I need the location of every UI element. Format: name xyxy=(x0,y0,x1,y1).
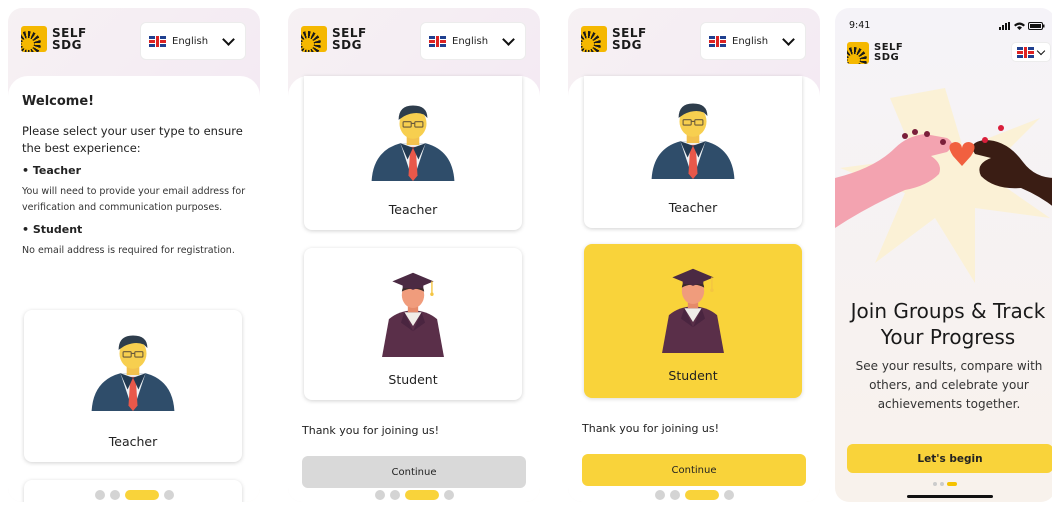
uk-flag-icon xyxy=(709,35,726,47)
teacher-bullet: • Teacher xyxy=(22,164,82,177)
page-dot xyxy=(374,490,385,500)
page-dot xyxy=(94,490,105,500)
page-dot-active xyxy=(124,490,159,500)
status-time: 9:41 xyxy=(849,20,871,31)
uk-flag-icon xyxy=(1017,46,1034,58)
teacher-avatar-icon xyxy=(91,334,175,412)
uk-flag-icon xyxy=(429,35,446,47)
pagination-dots xyxy=(568,490,820,500)
teacher-card-label: Teacher xyxy=(108,434,158,449)
chevron-down-icon xyxy=(1036,46,1046,56)
page-dot-active xyxy=(947,482,957,486)
status-bar: 9:41 xyxy=(849,20,1045,31)
page-dot xyxy=(163,490,174,500)
sun-logo-icon xyxy=(581,26,607,52)
page-dot xyxy=(940,482,944,486)
language-select-compact[interactable] xyxy=(1011,42,1051,62)
continue-button[interactable]: Continue xyxy=(582,454,806,486)
brand-logo: SELF SDG xyxy=(847,42,903,64)
brand-line2: SDG xyxy=(874,52,900,63)
page-dot xyxy=(669,490,680,500)
teacher-card[interactable]: Teacher xyxy=(584,76,802,228)
teacher-card-label: Teacher xyxy=(668,200,718,215)
onboarding-title: Join Groups & Track Your Progress xyxy=(850,299,1046,349)
screen-select-type: SELF SDG English Teacher Student Thank yo… xyxy=(288,8,540,502)
brand-line2: SDG xyxy=(612,38,642,52)
teacher-card-label: Teacher xyxy=(388,202,438,217)
welcome-heading: Welcome! xyxy=(22,94,95,109)
brand-line2: SDG xyxy=(52,38,82,52)
page-dot xyxy=(654,490,665,500)
brand-logo: SELF SDG xyxy=(21,26,87,52)
uk-flag-icon xyxy=(149,35,166,47)
teacher-avatar-icon xyxy=(371,104,455,182)
welcome-text: Welcome! Please select your user type to… xyxy=(22,94,248,265)
teacher-avatar-icon xyxy=(651,102,735,180)
content-panel: Teacher Student Thank you for joining us… xyxy=(568,76,820,502)
screen-welcome: SELF SDG English Welcome! Please select y… xyxy=(8,8,260,502)
screen-onboarding-groups: 9:41 SELF SDG Join Groups & Track Your Pr… xyxy=(835,8,1052,502)
language-select[interactable]: English xyxy=(420,22,526,60)
page-dot-active xyxy=(684,490,719,500)
signal-icon xyxy=(999,21,1010,30)
chevron-down-icon xyxy=(782,33,795,46)
home-indicator xyxy=(907,495,993,498)
pagination-dots xyxy=(288,490,540,500)
teacher-note: You will need to provide your email addr… xyxy=(22,186,246,213)
language-select[interactable]: English xyxy=(140,22,246,60)
lets-begin-label: Let's begin xyxy=(917,452,983,465)
brand-logo: SELF SDG xyxy=(581,26,647,52)
brand-logo: SELF SDG xyxy=(301,26,367,52)
chevron-down-icon xyxy=(502,33,515,46)
page-dot xyxy=(723,490,734,500)
language-label: English xyxy=(172,35,209,47)
page-dot xyxy=(109,490,120,500)
sun-logo-icon xyxy=(301,26,327,52)
language-select[interactable]: English xyxy=(700,22,806,60)
page-dot xyxy=(443,490,454,500)
page-dot-active xyxy=(404,490,439,500)
student-bullet: • Student xyxy=(22,223,83,236)
continue-label: Continue xyxy=(671,464,717,476)
chevron-down-icon xyxy=(222,33,235,46)
page-dot xyxy=(933,482,937,486)
onboarding-subtitle: See your results, compare with others, a… xyxy=(855,359,1043,411)
pagination-dots xyxy=(835,482,1052,486)
student-card-label: Student xyxy=(388,372,438,387)
sun-logo-icon xyxy=(21,26,47,52)
page-dot xyxy=(389,490,400,500)
lets-begin-button[interactable]: Let's begin xyxy=(847,444,1052,473)
student-avatar-icon xyxy=(381,272,445,358)
pagination-dots xyxy=(8,490,260,500)
language-label: English xyxy=(732,35,769,47)
continue-label: Continue xyxy=(391,466,437,478)
student-card-selected[interactable]: Student xyxy=(584,244,802,398)
wifi-icon xyxy=(1014,22,1025,30)
thanks-text: Thank you for joining us! xyxy=(582,422,720,435)
screen-student-selected: SELF SDG English Teacher Student Thank yo… xyxy=(568,8,820,502)
student-card-label: Student xyxy=(668,368,718,383)
language-label: English xyxy=(452,35,489,47)
status-icons xyxy=(999,20,1045,31)
student-note: No email address is required for registr… xyxy=(22,245,235,256)
teacher-card[interactable]: Teacher xyxy=(304,76,522,230)
content-panel: Welcome! Please select your user type to… xyxy=(8,76,260,502)
continue-button-disabled[interactable]: Continue xyxy=(302,456,526,488)
content-panel: Teacher Student Thank you for joining us… xyxy=(288,76,540,502)
student-avatar-icon xyxy=(661,268,725,354)
student-card[interactable]: Student xyxy=(304,248,522,400)
thanks-text: Thank you for joining us! xyxy=(302,424,440,437)
teacher-card[interactable]: Teacher xyxy=(24,310,242,462)
brand-line2: SDG xyxy=(332,38,362,52)
welcome-lead: Please select your user type to ensure t… xyxy=(22,124,243,155)
hands-heart-illustration xyxy=(835,88,1052,283)
battery-icon xyxy=(1028,21,1045,30)
sun-logo-icon xyxy=(847,42,869,64)
